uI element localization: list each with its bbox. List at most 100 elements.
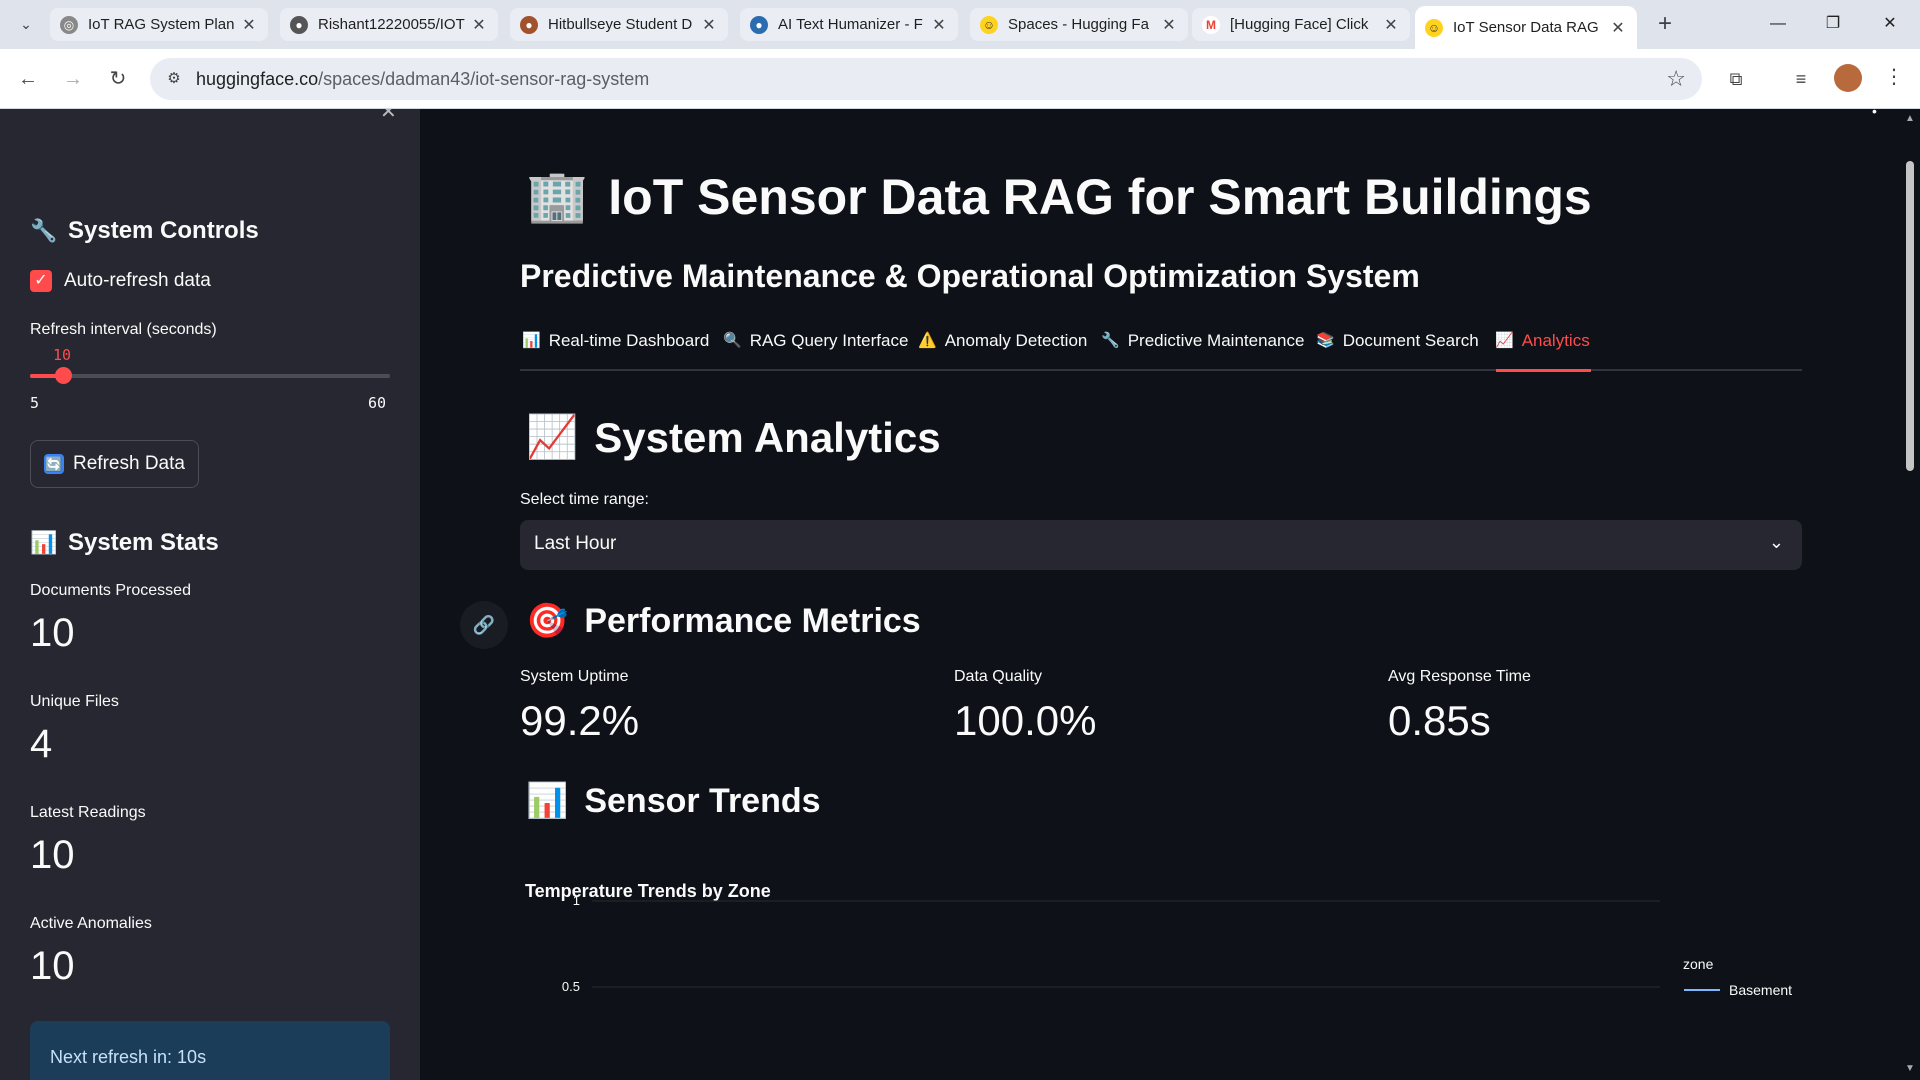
browser-tab-active[interactable]: ☺ IoT Sensor Data RAG ✕ xyxy=(1415,6,1637,49)
huggingface-icon: ☺ xyxy=(980,15,998,34)
chart-title: Temperature Trends by Zone xyxy=(525,881,771,901)
forward-icon[interactable]: → xyxy=(58,64,88,94)
refresh-data-button[interactable]: 🔄 Refresh Data xyxy=(30,440,199,488)
humanizer-icon: ● xyxy=(750,15,768,34)
system-analytics-heading: 📈 System Analytics xyxy=(526,413,941,462)
tab-document-search[interactable]: 📚 Document Search xyxy=(1316,331,1479,371)
bar-chart-icon: 📊 xyxy=(522,332,541,349)
browser-tab-title: Rishant12220055/IOT xyxy=(318,16,465,33)
checkbox-checked-icon[interactable]: ✓ xyxy=(30,270,52,292)
tab-label: Document Search xyxy=(1342,331,1479,350)
browser-tab[interactable]: ● Hitbullseye Student D ✕ xyxy=(510,8,728,41)
stat-value: 10 xyxy=(30,944,75,988)
window-close-icon[interactable]: ✕ xyxy=(1870,10,1910,38)
scroll-down-icon[interactable]: ▼ xyxy=(1905,1063,1915,1074)
minimize-icon[interactable]: — xyxy=(1758,10,1798,38)
main-content: 🏢 IoT Sensor Data RAG for Smart Building… xyxy=(420,109,1900,1080)
profile-avatar[interactable] xyxy=(1834,64,1862,92)
menu-icon[interactable]: ⋮ xyxy=(1884,64,1904,89)
close-icon[interactable]: ✕ xyxy=(930,15,948,35)
new-tab-button[interactable]: + xyxy=(1651,11,1679,39)
stat-value: 4 xyxy=(30,722,53,766)
reload-icon[interactable]: ↻ xyxy=(103,64,133,94)
close-icon[interactable]: ✕ xyxy=(700,15,718,35)
site-info-icon[interactable]: ⚙ xyxy=(162,67,186,91)
auto-refresh-label: Auto-refresh data xyxy=(64,270,211,291)
link-icon[interactable]: 🔗 xyxy=(460,601,508,649)
performance-metrics-heading: 🎯 Performance Metrics xyxy=(526,601,921,641)
media-control-icon[interactable]: ≡ xyxy=(1786,64,1816,94)
stat-value: 10 xyxy=(30,833,75,877)
temperature-trends-chart: Temperature Trends by Zone 10.5 zone Bas… xyxy=(525,881,1792,998)
browser-tab-title: IoT RAG System Plan xyxy=(88,16,235,33)
refresh-interval-slider[interactable] xyxy=(30,374,390,378)
browser-tab-title: AI Text Humanizer - F xyxy=(778,16,923,33)
target-icon: 🎯 xyxy=(526,602,569,640)
back-icon[interactable]: ← xyxy=(13,64,43,94)
scroll-up-icon[interactable]: ▲ xyxy=(1905,113,1915,124)
sensor-trends-heading: 📊 Sensor Trends xyxy=(526,781,821,821)
bar-chart-icon: 📊 xyxy=(526,782,569,820)
sidebar-close-icon[interactable]: ✕ xyxy=(380,109,397,124)
close-icon[interactable]: ✕ xyxy=(240,15,258,35)
system-analytics-title: System Analytics xyxy=(594,413,941,461)
browser-toolbar: ← → ↻ ⚙ huggingface.co/spaces/dadman43/i… xyxy=(0,49,1920,109)
scroll-thumb[interactable] xyxy=(1906,161,1914,471)
browser-tab[interactable]: ☺ Spaces - Hugging Fa ✕ xyxy=(970,8,1188,41)
openai-icon: ◎ xyxy=(60,15,78,34)
sensor-trends-title: Sensor Trends xyxy=(584,781,821,820)
stat-value: 10 xyxy=(30,611,75,655)
chart-grid xyxy=(592,900,1660,988)
auto-refresh-checkbox-row[interactable]: ✓ Auto-refresh data xyxy=(30,270,211,292)
close-icon[interactable]: ✕ xyxy=(1160,15,1178,35)
restore-icon[interactable]: ❐ xyxy=(1813,10,1853,38)
system-stats-heading: 📊 System Stats xyxy=(30,529,219,557)
chart-y-ticks: 10.5 xyxy=(562,893,580,994)
close-icon[interactable]: ✕ xyxy=(1609,18,1627,38)
app-menu-dot[interactable]: • xyxy=(1872,103,1877,119)
performance-metrics-title: Performance Metrics xyxy=(584,601,921,640)
close-icon[interactable]: ✕ xyxy=(470,15,488,35)
tab-label: RAG Query Interface xyxy=(749,331,909,350)
address-bar[interactable]: ⚙ huggingface.co/spaces/dadman43/iot-sen… xyxy=(150,58,1702,100)
legend-label-basement[interactable]: Basement xyxy=(1729,982,1792,998)
tab-label: Predictive Maintenance xyxy=(1127,331,1305,350)
books-icon: 📚 xyxy=(1316,332,1335,349)
refresh-icon: 🔄 xyxy=(44,454,65,474)
tab-realtime-dashboard[interactable]: 📊 Real-time Dashboard xyxy=(522,331,709,371)
metric-value: 99.2% xyxy=(520,697,640,744)
tab-anomaly-detection[interactable]: ⚠️ Anomaly Detection xyxy=(918,331,1087,371)
browser-tab[interactable]: ● Rishant12220055/IOT ✕ xyxy=(280,8,498,41)
extensions-icon[interactable]: ⧉ xyxy=(1721,64,1751,94)
system-controls-heading: 🔧 System Controls xyxy=(30,217,259,245)
chevron-down-icon[interactable]: ⌄ xyxy=(1769,532,1784,553)
y-tick-label: 1 xyxy=(573,893,580,908)
tab-analytics[interactable]: 📈 Analytics xyxy=(1495,331,1590,371)
slider-thumb[interactable] xyxy=(54,367,72,384)
bookmark-star-icon[interactable]: ☆ xyxy=(1666,66,1686,92)
time-range-value: Last Hour xyxy=(534,533,617,554)
browser-tab-title: [Hugging Face] Click xyxy=(1230,16,1369,33)
page-scrollbar[interactable]: ▲ ▼ xyxy=(1900,109,1920,1080)
metric-label: Data Quality xyxy=(954,668,1043,685)
tab-search-icon[interactable]: ⌄ xyxy=(14,12,38,36)
browser-tab-title: Hitbullseye Student D xyxy=(548,16,693,33)
system-stats-title: System Stats xyxy=(68,529,219,556)
warning-icon: ⚠️ xyxy=(918,332,937,349)
browser-tab[interactable]: ◎ IoT RAG System Plan ✕ xyxy=(50,8,268,41)
time-range-select[interactable]: Last Hour ⌄ xyxy=(520,520,1802,570)
refresh-interval-label: Refresh interval (seconds) xyxy=(30,321,217,338)
stat-label: Active Anomalies xyxy=(30,915,152,932)
close-icon[interactable]: ✕ xyxy=(1382,15,1400,35)
hitbullseye-icon: ● xyxy=(520,15,538,34)
stat-label: Latest Readings xyxy=(30,804,146,821)
tab-predictive-maintenance[interactable]: 🔧 Predictive Maintenance xyxy=(1101,331,1304,371)
tab-rag-query[interactable]: 🔍 RAG Query Interface xyxy=(723,331,908,371)
browser-tab[interactable]: ● AI Text Humanizer - F ✕ xyxy=(740,8,958,41)
metric-value: 100.0% xyxy=(954,697,1097,744)
slider-current-value: 10 xyxy=(53,346,72,364)
page-subtitle: Predictive Maintenance & Operational Opt… xyxy=(520,258,1420,294)
tab-label: Real-time Dashboard xyxy=(548,331,710,350)
browser-tab[interactable]: M [Hugging Face] Click ✕ xyxy=(1192,8,1410,41)
slider-max-label: 60 xyxy=(368,394,387,412)
